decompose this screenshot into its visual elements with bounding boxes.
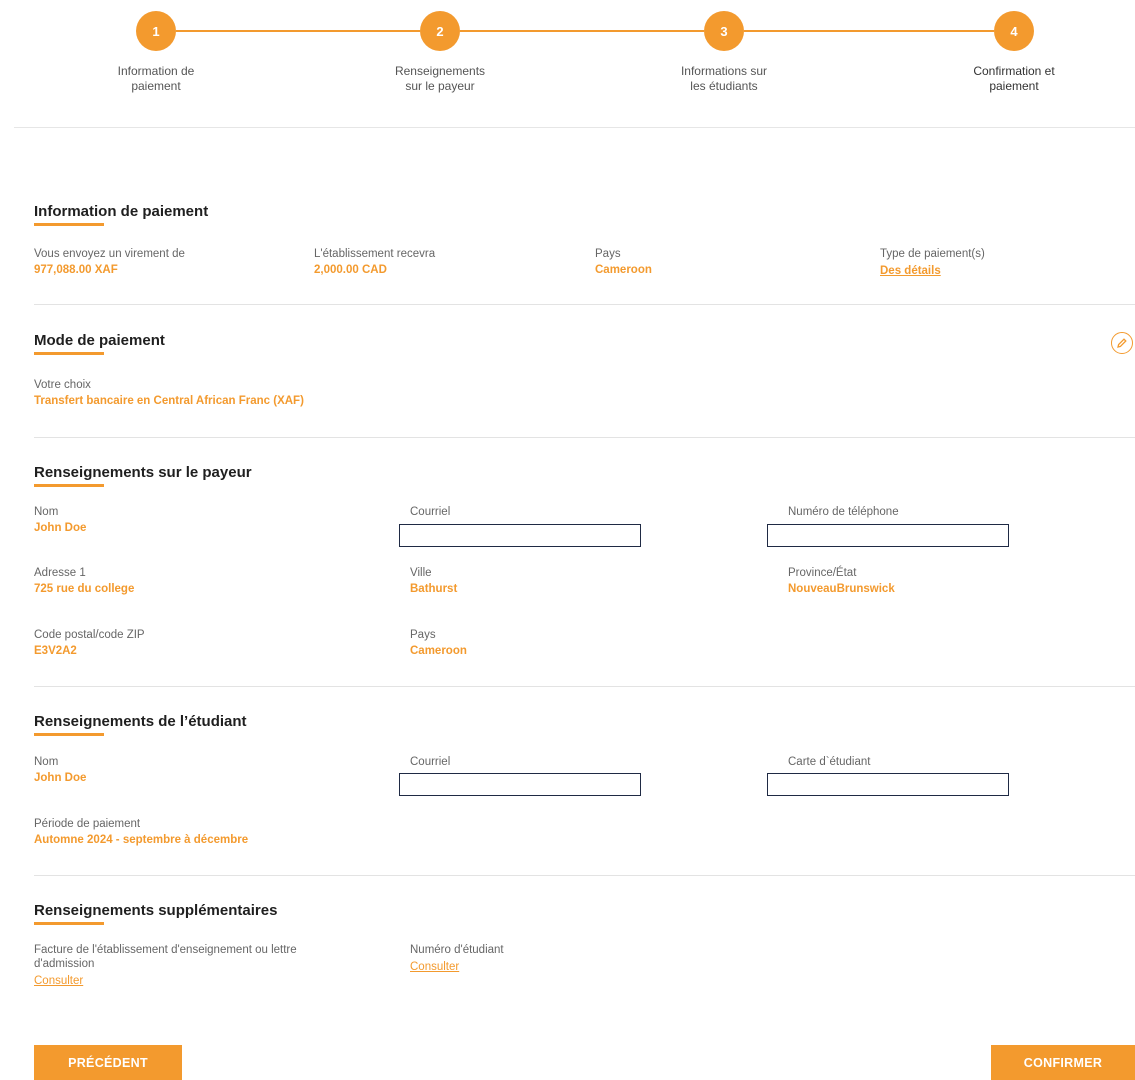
stepper-divider [14, 127, 1135, 128]
student-card-label: Carte d`étudiant [788, 756, 871, 768]
receiving-amount-field: L'établissement recevra 2,000.00 CAD [314, 248, 436, 276]
student-number-field: Numéro d'étudiant Consulter [410, 944, 504, 974]
payment-type-field: Type de paiement(s) Des détails [880, 248, 985, 278]
student-card-input[interactable] [767, 773, 1009, 796]
section-divider [34, 437, 1135, 438]
payer-info-title: Renseignements sur le payeur [34, 464, 252, 487]
student-email-input[interactable] [399, 773, 641, 796]
payment-info-title: Information de paiement [34, 203, 209, 226]
payer-email-input[interactable] [399, 524, 641, 547]
step-connector [744, 30, 994, 32]
invoice-field: Facture de l'établissement d'enseignemen… [34, 944, 297, 988]
payment-mode-title: Mode de paiement [34, 332, 165, 355]
payer-address-field: Adresse 1 725 rue du college [34, 567, 135, 595]
step-2-label: Renseignements sur le payeur [394, 64, 486, 93]
payer-postal-field: Code postal/code ZIP E3V2A2 [34, 629, 145, 657]
payment-details-link[interactable]: Des détails [880, 264, 941, 278]
payer-country-field: Pays Cameroon [410, 629, 467, 657]
payment-choice-field: Votre choix Transfert bancaire en Centra… [34, 379, 304, 407]
pencil-icon[interactable] [1111, 332, 1133, 354]
sending-amount-field: Vous envoyez un virement de 977,088.00 X… [34, 248, 185, 276]
student-info-section: Renseignements de l’étudiant [34, 713, 1135, 736]
payer-phone-input[interactable] [767, 524, 1009, 547]
payment-info-section: Information de paiement [34, 203, 1135, 226]
student-name-field: Nom John Doe [34, 756, 87, 784]
section-divider [34, 686, 1135, 687]
student-email-label: Courriel [410, 756, 451, 768]
step-connector [460, 30, 704, 32]
section-divider [34, 875, 1135, 876]
payer-phone-label: Numéro de téléphone [788, 506, 899, 518]
step-3-label: Informations sur les étudiants [680, 64, 768, 93]
additional-info-title: Renseignements supplémentaires [34, 902, 278, 925]
student-info-title: Renseignements de l’étudiant [34, 713, 247, 736]
payer-email-label: Courriel [410, 506, 451, 518]
progress-stepper: 1 2 3 4 Information de paiement Renseign… [0, 0, 1135, 128]
previous-button[interactable]: PRÉCÉDENT [34, 1045, 182, 1080]
step-4-circle[interactable]: 4 [994, 11, 1034, 51]
payment-period-field: Période de paiement Automne 2024 - septe… [34, 818, 249, 846]
step-1-label: Information de paiement [117, 64, 195, 93]
payer-info-section: Renseignements sur le payeur [34, 464, 1135, 487]
step-1-circle[interactable]: 1 [136, 11, 176, 51]
invoice-consult-link[interactable]: Consulter [34, 974, 83, 988]
step-4-label: Confirmation et paiement [973, 64, 1055, 93]
payment-country-field: Pays Cameroon [595, 248, 652, 276]
student-number-consult-link[interactable]: Consulter [410, 960, 459, 974]
payment-mode-section: Mode de paiement [34, 332, 1135, 355]
payer-name-field: Nom John Doe [34, 506, 87, 534]
step-2-circle[interactable]: 2 [420, 11, 460, 51]
payer-city-field: Ville Bathurst [410, 567, 458, 595]
additional-info-section: Renseignements supplémentaires [34, 902, 1135, 925]
step-3-circle[interactable]: 3 [704, 11, 744, 51]
section-divider [34, 304, 1135, 305]
payer-province-field: Province/État NouveauBrunswick [788, 567, 895, 595]
step-connector [176, 30, 420, 32]
pencil-icon-glyph [1117, 338, 1127, 348]
confirm-button[interactable]: CONFIRMER [991, 1045, 1135, 1080]
